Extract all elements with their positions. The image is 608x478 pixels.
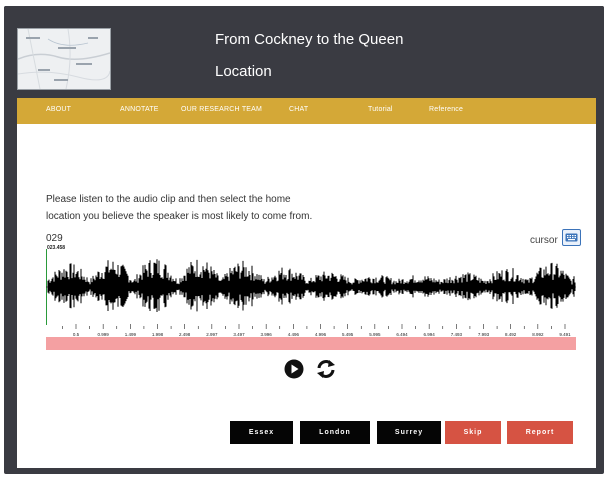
nav-item-about[interactable]: ABOUT [46,106,71,113]
app-frame: From Cockney to the Queen Location ABOUT… [4,6,604,474]
refresh-icon[interactable] [315,359,337,384]
main-panel: Please listen to the audio clip and then… [17,124,596,468]
instructions: Please listen to the audio clip and then… [46,191,346,225]
nav-item-chat[interactable]: CHAT [289,106,308,113]
header: From Cockney to the Queen Location [4,6,604,98]
nav-item-reference[interactable]: Reference [429,106,463,113]
report-button[interactable]: Report [507,421,573,444]
clip-id: 029 [46,233,63,244]
map-thumbnail [17,28,111,90]
essex-button[interactable]: Essex [230,421,293,444]
audio-progress-bar[interactable] [46,337,576,350]
surrey-button[interactable]: Surrey [377,421,441,444]
time-marker: 023.458 [47,245,66,251]
nav-item-research-team[interactable]: OUR RESEARCH TEAM [181,106,262,113]
keyboard-icon[interactable] [562,229,581,246]
page-subtitle: Location [215,63,272,80]
london-button[interactable]: London [300,421,370,444]
nav-item-tutorial[interactable]: Tutorial [368,106,393,113]
waveform-panel[interactable]: 023.458 [46,245,576,325]
playback-controls [284,359,344,381]
instruction-line-1: Please listen to the audio clip and then… [46,194,291,205]
waveform-path [47,259,576,312]
page-title: From Cockney to the Queen [215,31,404,48]
waveform [46,249,576,325]
skip-button[interactable]: Skip [445,421,501,444]
time-ruler: 0.5 0.999 1.499 1.998 2.498 2.997 3.497 3.996 4.… [62,324,571,337]
nav-item-annotate[interactable]: ANNOTATE [120,106,159,113]
nav-bar: ABOUT ANNOTATE OUR RESEARCH TEAM CHAT Tu… [17,98,596,124]
instruction-line-2: location you believe the speaker is most… [46,211,313,222]
play-icon[interactable] [284,359,304,384]
